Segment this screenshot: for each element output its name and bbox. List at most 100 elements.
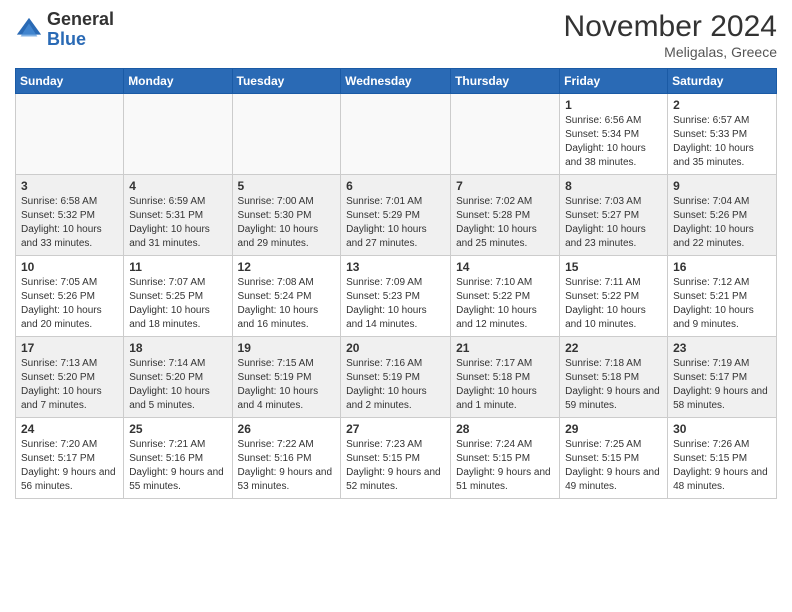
day-info: Sunrise: 7:04 AM Sunset: 5:26 PM Dayligh… — [673, 195, 771, 251]
logo-icon — [15, 16, 43, 44]
calendar-day: 19 Sunrise: 7:15 AM Sunset: 5:19 PM Dayli… — [232, 337, 341, 418]
day-info: Sunrise: 7:01 AM Sunset: 5:29 PM Dayligh… — [346, 195, 445, 251]
day-info: Sunrise: 7:14 AM Sunset: 5:20 PM Dayligh… — [129, 357, 226, 413]
col-saturday: Saturday — [668, 69, 777, 94]
day-info: Sunrise: 7:24 AM Sunset: 5:15 PM Dayligh… — [456, 438, 554, 494]
day-number: 3 — [21, 179, 118, 193]
day-number: 16 — [673, 260, 771, 274]
calendar-day: 4Sunrise: 6:59 AM Sunset: 5:31 PM Daylig… — [124, 175, 232, 256]
day-info: Sunrise: 7:22 AM Sunset: 5:16 PM Dayligh… — [238, 438, 336, 494]
calendar-day: 24 Sunrise: 7:20 AM Sunset: 5:17 PM Dayli… — [16, 418, 124, 499]
calendar-day: 22 Sunrise: 7:18 AM Sunset: 5:18 PM Dayli… — [560, 337, 668, 418]
day-info: Sunrise: 7:08 AM Sunset: 5:24 PM Dayligh… — [238, 276, 336, 332]
day-info: Sunrise: 7:19 AM Sunset: 5:17 PM Dayligh… — [673, 357, 771, 413]
logo: General Blue — [15, 10, 114, 50]
calendar-day: 10 Sunrise: 7:05 AM Sunset: 5:26 PM Dayli… — [16, 256, 124, 337]
title-block: November 2024 Meligalas, Greece — [564, 10, 777, 60]
day-number: 19 — [238, 341, 336, 355]
day-info: Sunrise: 7:12 AM Sunset: 5:21 PM Dayligh… — [673, 276, 771, 332]
day-info: Sunrise: 7:03 AM Sunset: 5:27 PM Dayligh… — [565, 195, 662, 251]
day-number: 24 — [21, 422, 118, 436]
calendar-week-row: 1Sunrise: 6:56 AM Sunset: 5:34 PM Daylig… — [16, 94, 777, 175]
day-number: 2 — [673, 98, 771, 112]
calendar-day: 26 Sunrise: 7:22 AM Sunset: 5:16 PM Dayli… — [232, 418, 341, 499]
day-info: Sunrise: 7:16 AM Sunset: 5:19 PM Dayligh… — [346, 357, 445, 413]
day-number: 29 — [565, 422, 662, 436]
day-number: 12 — [238, 260, 336, 274]
day-info: Sunrise: 7:07 AM Sunset: 5:25 PM Dayligh… — [129, 276, 226, 332]
calendar-day: 17 Sunrise: 7:13 AM Sunset: 5:20 PM Dayli… — [16, 337, 124, 418]
day-info: Sunrise: 7:20 AM Sunset: 5:17 PM Dayligh… — [21, 438, 118, 494]
calendar-day: 23 Sunrise: 7:19 AM Sunset: 5:17 PM Dayli… — [668, 337, 777, 418]
day-info: Sunrise: 7:09 AM Sunset: 5:23 PM Dayligh… — [346, 276, 445, 332]
day-number: 20 — [346, 341, 445, 355]
calendar-day: 7Sunrise: 7:02 AM Sunset: 5:28 PM Daylig… — [451, 175, 560, 256]
day-number: 10 — [21, 260, 118, 274]
calendar-day: 6Sunrise: 7:01 AM Sunset: 5:29 PM Daylig… — [341, 175, 451, 256]
day-info: Sunrise: 7:10 AM Sunset: 5:22 PM Dayligh… — [456, 276, 554, 332]
day-number: 23 — [673, 341, 771, 355]
day-info: Sunrise: 7:15 AM Sunset: 5:19 PM Dayligh… — [238, 357, 336, 413]
day-number: 5 — [238, 179, 336, 193]
calendar-header-row: Sunday Monday Tuesday Wednesday Thursday… — [16, 69, 777, 94]
calendar-day: 27 Sunrise: 7:23 AM Sunset: 5:15 PM Dayli… — [341, 418, 451, 499]
day-number: 7 — [456, 179, 554, 193]
day-info: Sunrise: 7:25 AM Sunset: 5:15 PM Dayligh… — [565, 438, 662, 494]
calendar-week-row: 24 Sunrise: 7:20 AM Sunset: 5:17 PM Dayli… — [16, 418, 777, 499]
col-thursday: Thursday — [451, 69, 560, 94]
location: Meligalas, Greece — [564, 44, 777, 60]
calendar-day: 20 Sunrise: 7:16 AM Sunset: 5:19 PM Dayli… — [341, 337, 451, 418]
calendar-day: 14 Sunrise: 7:10 AM Sunset: 5:22 PM Dayli… — [451, 256, 560, 337]
day-info: Sunrise: 6:59 AM Sunset: 5:31 PM Dayligh… — [129, 195, 226, 251]
calendar-day: 28 Sunrise: 7:24 AM Sunset: 5:15 PM Dayli… — [451, 418, 560, 499]
logo-general: General — [47, 9, 114, 29]
day-info: Sunrise: 7:00 AM Sunset: 5:30 PM Dayligh… — [238, 195, 336, 251]
calendar-day: 3 Sunrise: 6:58 AM Sunset: 5:32 PM Daylig… — [16, 175, 124, 256]
logo-text: General Blue — [47, 10, 114, 50]
calendar-day — [16, 94, 124, 175]
day-number: 27 — [346, 422, 445, 436]
day-info: Sunrise: 6:58 AM Sunset: 5:32 PM Dayligh… — [21, 195, 118, 251]
col-wednesday: Wednesday — [341, 69, 451, 94]
calendar-day: 1Sunrise: 6:56 AM Sunset: 5:34 PM Daylig… — [560, 94, 668, 175]
calendar-day: 12 Sunrise: 7:08 AM Sunset: 5:24 PM Dayli… — [232, 256, 341, 337]
header: General Blue November 2024 Meligalas, Gr… — [15, 10, 777, 60]
calendar-day — [341, 94, 451, 175]
day-info: Sunrise: 7:17 AM Sunset: 5:18 PM Dayligh… — [456, 357, 554, 413]
day-info: Sunrise: 7:23 AM Sunset: 5:15 PM Dayligh… — [346, 438, 445, 494]
calendar-day — [451, 94, 560, 175]
day-number: 18 — [129, 341, 226, 355]
calendar-table: Sunday Monday Tuesday Wednesday Thursday… — [15, 68, 777, 499]
calendar-day: 29 Sunrise: 7:25 AM Sunset: 5:15 PM Dayli… — [560, 418, 668, 499]
day-info: Sunrise: 7:13 AM Sunset: 5:20 PM Dayligh… — [21, 357, 118, 413]
day-info: Sunrise: 7:21 AM Sunset: 5:16 PM Dayligh… — [129, 438, 226, 494]
calendar-day: 16 Sunrise: 7:12 AM Sunset: 5:21 PM Dayli… — [668, 256, 777, 337]
day-number: 17 — [21, 341, 118, 355]
day-number: 21 — [456, 341, 554, 355]
calendar-week-row: 17 Sunrise: 7:13 AM Sunset: 5:20 PM Dayli… — [16, 337, 777, 418]
day-number: 8 — [565, 179, 662, 193]
calendar-day: 8 Sunrise: 7:03 AM Sunset: 5:27 PM Daylig… — [560, 175, 668, 256]
page-container: General Blue November 2024 Meligalas, Gr… — [0, 0, 792, 509]
calendar-day: 30Sunrise: 7:26 AM Sunset: 5:15 PM Dayli… — [668, 418, 777, 499]
calendar-day: 18 Sunrise: 7:14 AM Sunset: 5:20 PM Dayli… — [124, 337, 232, 418]
day-info: Sunrise: 7:26 AM Sunset: 5:15 PM Dayligh… — [673, 438, 771, 494]
calendar-day — [124, 94, 232, 175]
day-number: 9 — [673, 179, 771, 193]
day-info: Sunrise: 7:18 AM Sunset: 5:18 PM Dayligh… — [565, 357, 662, 413]
month-title: November 2024 — [564, 10, 777, 44]
logo-blue: Blue — [47, 29, 86, 49]
day-info: Sunrise: 6:56 AM Sunset: 5:34 PM Dayligh… — [565, 114, 662, 170]
day-info: Sunrise: 6:57 AM Sunset: 5:33 PM Dayligh… — [673, 114, 771, 170]
day-number: 25 — [129, 422, 226, 436]
day-number: 26 — [238, 422, 336, 436]
day-info: Sunrise: 7:11 AM Sunset: 5:22 PM Dayligh… — [565, 276, 662, 332]
col-friday: Friday — [560, 69, 668, 94]
day-number: 14 — [456, 260, 554, 274]
day-number: 28 — [456, 422, 554, 436]
day-number: 15 — [565, 260, 662, 274]
day-info: Sunrise: 7:05 AM Sunset: 5:26 PM Dayligh… — [21, 276, 118, 332]
calendar-day: 13Sunrise: 7:09 AM Sunset: 5:23 PM Dayli… — [341, 256, 451, 337]
day-number: 22 — [565, 341, 662, 355]
day-number: 11 — [129, 260, 226, 274]
